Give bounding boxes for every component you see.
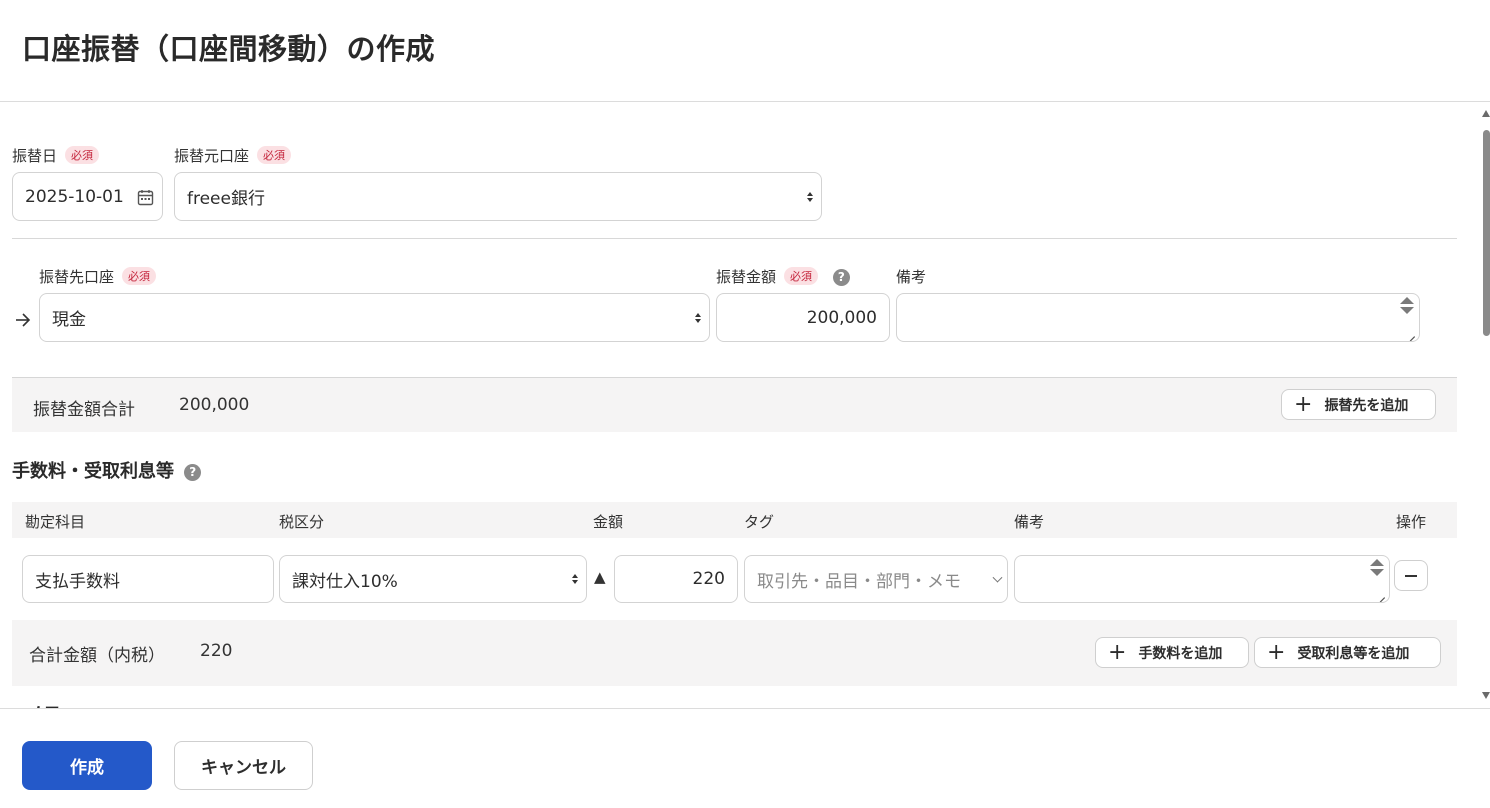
destination-account-label: 振替先口座 必須 [39,266,157,287]
scroll-up-arrow[interactable] [1482,110,1490,117]
create-button[interactable]: 作成 [22,741,152,790]
transfer-amount-input[interactable]: 200,000 [716,293,890,342]
fee-direction-indicator: ▲ [594,568,606,586]
required-badge: 必須 [122,267,157,285]
select-arrows-icon [807,191,813,202]
fees-total-label: 合計金額（内税） [29,646,165,666]
required-badge: 必須 [65,146,100,164]
transfer-date-input[interactable]: 2025-10-01 [12,172,163,221]
fee-memo-textarea[interactable] [1014,555,1390,603]
transfer-amount-label: 振替金額 必須 ? [716,266,850,287]
transfer-date-label: 振替日 必須 [12,145,100,166]
fees-heading: 手数料・受取利息等 ? [12,457,202,483]
add-interest-button[interactable]: + 受取利息等を追加 [1254,637,1441,668]
remove-fee-button[interactable] [1394,560,1428,591]
arrow-right-icon [16,313,31,327]
add-destination-button[interactable]: + 振替先を追加 [1281,389,1436,420]
source-account-label: 振替元口座 必須 [174,145,292,166]
required-badge: 必須 [784,267,819,285]
transfer-total-value: 200,000 [179,395,250,415]
plus-icon: + [1108,639,1127,665]
column-header-actions: 操作 [1396,513,1427,531]
destination-account-select[interactable]: 現金 [39,293,710,342]
destination-memo-textarea[interactable] [896,293,1420,342]
select-arrows-icon [572,574,578,584]
plus-icon: + [1267,639,1286,665]
help-icon[interactable]: ? [832,269,850,286]
column-header-memo: 備考 [1014,513,1045,531]
fee-amount-input[interactable]: 220 [614,555,738,603]
column-header-amount: 金額 [593,513,624,531]
add-fee-button[interactable]: + 手数料を追加 [1095,637,1249,668]
fee-account-input[interactable]: 支払手数料 [22,555,274,603]
chevron-down-icon [992,572,1003,583]
fee-tax-select[interactable]: 課対仕入10% [279,555,587,603]
source-account-select[interactable]: freee銀行 [174,172,822,221]
required-badge: 必須 [257,146,292,164]
resize-handle-icon[interactable] [1404,326,1416,338]
column-header-account: 勘定科目 [25,513,86,531]
fees-table-header [12,502,1457,538]
calendar-icon[interactable] [137,189,154,206]
header-divider [0,101,1490,102]
spin-arrows-icon[interactable] [1370,559,1384,576]
scroll-down-arrow[interactable] [1482,692,1490,699]
plus-icon: + [1294,391,1313,417]
resize-handle-icon[interactable] [1374,587,1386,599]
cancel-button[interactable]: キャンセル [174,741,313,790]
destination-memo-label: 備考 [896,268,927,286]
scrollbar-thumb[interactable] [1483,130,1490,336]
page-title: 口座振替（口座間移動）の作成 [22,32,436,66]
select-arrows-icon [695,312,701,323]
fees-total-value: 220 [200,641,233,661]
section-divider [12,238,1457,239]
footer-divider [0,708,1490,709]
column-header-tag: タグ [744,513,775,531]
fee-tag-select[interactable]: 取引先・品目・部門・メモ [744,555,1008,603]
spin-arrows-icon[interactable] [1400,297,1414,314]
transfer-total-label: 振替金額合計 [33,400,135,420]
help-icon[interactable]: ? [184,464,202,481]
column-header-tax: 税区分 [279,513,325,531]
next-section-heading-partial: メモ [25,700,61,708]
